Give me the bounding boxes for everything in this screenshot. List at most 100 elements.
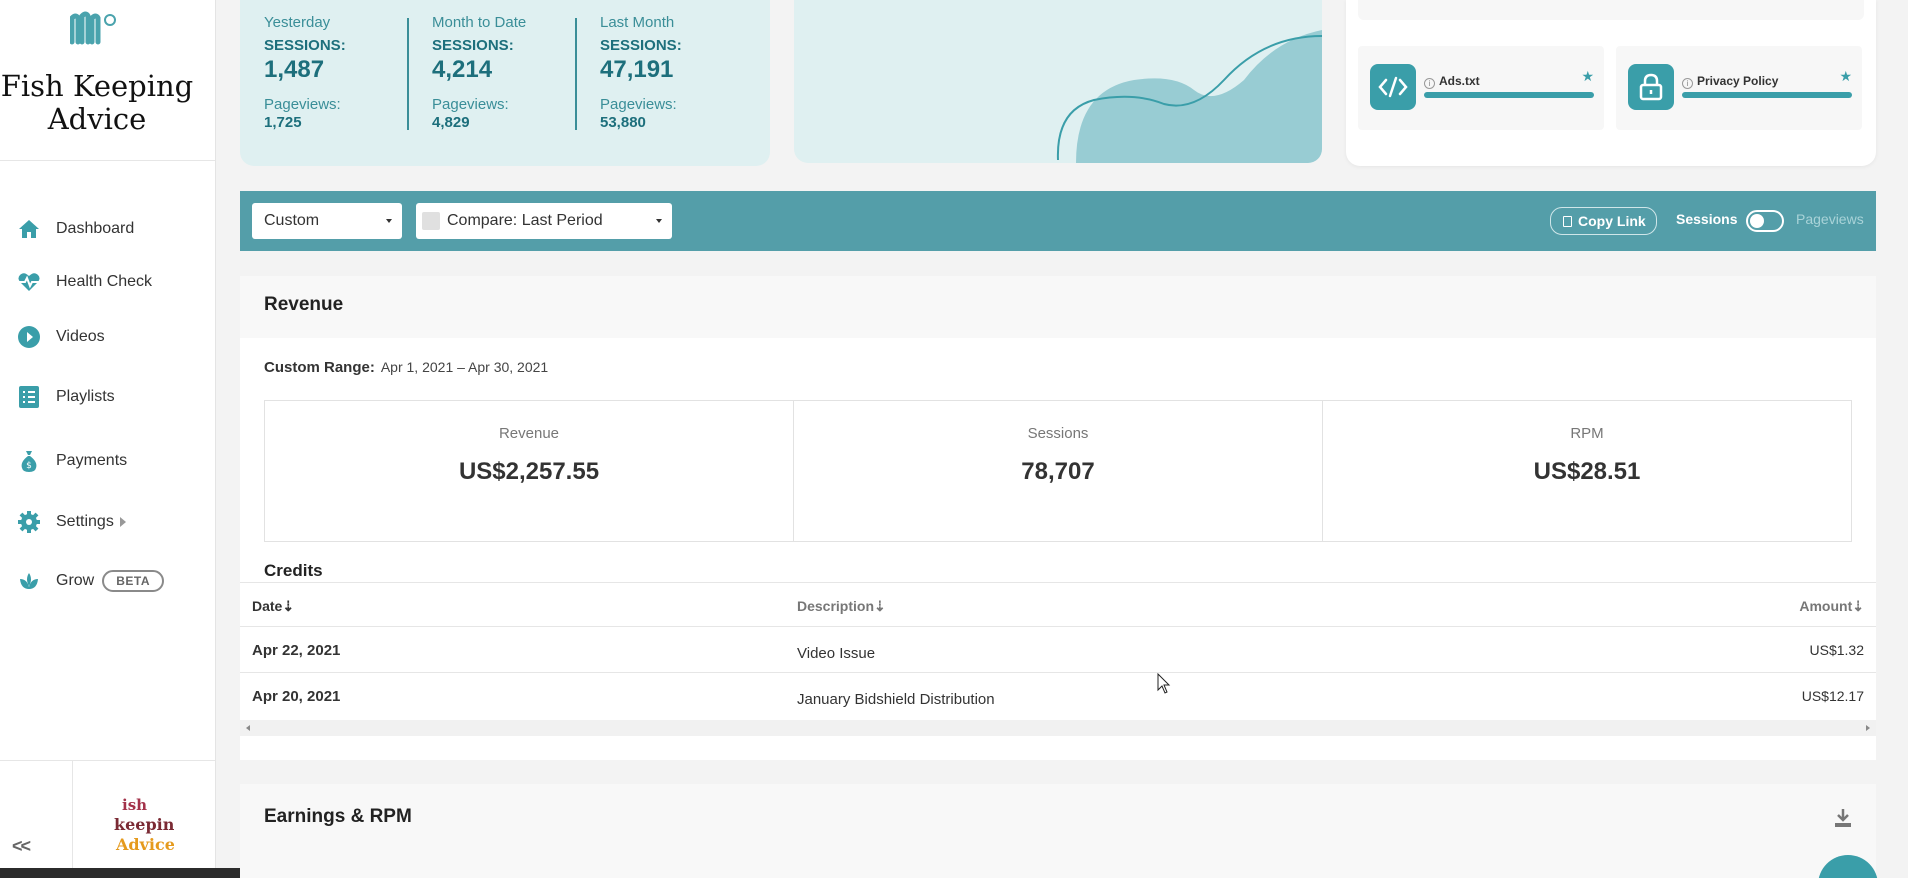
tools-card: i Ads.txt ★ i Privacy Policy ★	[1346, 0, 1876, 166]
scroll-left-icon[interactable]	[246, 725, 250, 731]
revenue-title: Revenue	[264, 294, 344, 315]
caret-right-icon	[119, 517, 126, 527]
revenue-header: Revenue	[240, 276, 1876, 338]
compare-checkbox[interactable]	[422, 212, 440, 230]
download-icon[interactable]	[1834, 808, 1852, 828]
site-logo: ish keeping Advice	[114, 796, 174, 854]
nav-label: Grow	[56, 572, 95, 589]
code-icon	[1370, 64, 1416, 110]
toggle-right-label: Pageviews	[1796, 211, 1864, 227]
cell-date: Apr 20, 2021	[252, 688, 341, 705]
stat-yesterday: Yesterday SESSIONS: 1,487 Pageviews: 1,7…	[264, 14, 414, 131]
stat-period: Yesterday	[264, 14, 331, 31]
horizontal-scrollbar[interactable]	[240, 720, 1876, 736]
scroll-right-icon[interactable]	[1866, 725, 1870, 731]
tool-progress-bar	[1424, 92, 1594, 98]
stat-sessions-value: 47,191	[600, 56, 674, 83]
collapse-sidebar-button[interactable]: <<	[12, 836, 31, 857]
divider	[575, 18, 577, 130]
tool-privacy-policy[interactable]: i Privacy Policy ★	[1616, 46, 1862, 130]
nav-playlists[interactable]: Playlists	[16, 381, 115, 413]
column-header-amount[interactable]: Amount⇣	[1799, 598, 1864, 615]
stat-pageviews-value: 53,880	[600, 114, 646, 131]
select-value: Compare: Last Period	[447, 212, 603, 229]
nav-label: Health Check	[56, 273, 153, 290]
mouse-cursor-icon	[1157, 673, 1171, 694]
nav-label: Videos	[56, 328, 105, 345]
nav-payments[interactable]: $ Payments	[16, 445, 127, 477]
tool-ads-txt[interactable]: i Ads.txt ★	[1358, 46, 1604, 130]
metric-value: US$28.51	[1533, 458, 1641, 485]
metric-sessions: Sessions 78,707	[794, 401, 1323, 541]
column-label: Date	[252, 598, 283, 614]
heartbeat-icon	[16, 269, 42, 295]
stat-sessions-label: SESSIONS:	[432, 37, 514, 54]
info-icon: i	[1682, 78, 1693, 89]
copy-link-button[interactable]: Copy Link	[1550, 207, 1657, 235]
stat-sessions-value: 4,214	[432, 56, 493, 83]
site-title: Fish Keeping Advice	[0, 69, 194, 136]
star-icon[interactable]: ★	[1581, 68, 1594, 85]
nav-grow[interactable]: Grow BETA	[16, 565, 165, 597]
range-label: Custom Range:	[264, 359, 375, 376]
nav-dashboard[interactable]: Dashboard	[16, 213, 134, 245]
metric-value: 78,707	[1021, 458, 1095, 485]
column-label: Description	[797, 598, 875, 614]
table-row: Apr 20, 2021 January Bidshield Distribut…	[240, 672, 1876, 718]
svg-text:Advice: Advice	[115, 835, 174, 854]
stat-pageviews-label: Pageviews:	[432, 96, 509, 113]
select-value: Custom	[264, 212, 320, 229]
divider	[0, 760, 215, 761]
stat-pageviews-label: Pageviews:	[600, 96, 677, 113]
copy-link-label: Copy Link	[1578, 213, 1646, 229]
wave-illustration	[1056, 30, 1322, 163]
nav-label: Payments	[56, 452, 128, 469]
earnings-title: Earnings & RPM	[264, 806, 412, 827]
divider	[72, 760, 73, 878]
column-header-date[interactable]: Date⇣	[252, 598, 294, 615]
nav-label: Playlists	[56, 388, 115, 405]
column-header-description[interactable]: Description⇣	[797, 598, 886, 615]
stat-pageviews-label: Pageviews:	[264, 96, 341, 113]
cell-description: January Bidshield Distribution	[797, 691, 995, 708]
svg-text:$: $	[26, 461, 32, 471]
dropdown-arrow-icon	[386, 219, 392, 223]
date-range-select[interactable]: Custom	[252, 203, 402, 239]
money-bag-icon: $	[16, 448, 42, 474]
compare-select[interactable]: Compare: Last Period	[416, 203, 672, 239]
stat-pageviews-value: 4,829	[432, 114, 470, 131]
cell-amount: US$1.32	[1809, 642, 1864, 658]
cell-description: Video Issue	[797, 645, 876, 662]
credits-table: Date⇣ Description⇣ Amount⇣ Apr 22, 2021 …	[240, 582, 1876, 718]
cell-amount: US$12.17	[1801, 688, 1864, 704]
lock-icon	[1628, 64, 1674, 110]
metric-revenue: Revenue US$2,257.55	[265, 401, 794, 541]
nav-health-check[interactable]: Health Check	[16, 266, 152, 298]
nav-label: Dashboard	[56, 220, 135, 237]
home-icon	[16, 216, 42, 242]
stat-month-to-date: Month to Date SESSIONS: 4,214 Pageviews:…	[432, 14, 582, 131]
nav-videos[interactable]: Videos	[16, 321, 105, 353]
play-icon	[16, 324, 42, 350]
divider	[407, 18, 409, 130]
star-icon[interactable]: ★	[1839, 68, 1852, 85]
wave-illustration-card	[794, 0, 1322, 163]
gear-icon	[16, 509, 42, 535]
tools-topbar	[1358, 0, 1864, 20]
tool-label: Privacy Policy	[1697, 74, 1779, 88]
sidebar: Fish Keeping Advice Dashboard Health Che…	[0, 0, 216, 878]
traffic-stats-card: Yesterday SESSIONS: 1,487 Pageviews: 1,7…	[240, 0, 770, 166]
stat-period: Last Month	[600, 14, 675, 31]
dropdown-arrow-icon	[656, 219, 662, 223]
filter-bar: Custom Compare: Last Period Copy Link Se…	[240, 191, 1876, 251]
nav-label: Settings	[56, 513, 114, 530]
earnings-panel: Earnings & RPM	[240, 784, 1876, 878]
grow-icon	[16, 568, 42, 594]
nav-settings[interactable]: Settings	[16, 506, 126, 538]
tool-label: Ads.txt	[1439, 74, 1480, 88]
sessions-pageviews-toggle[interactable]	[1746, 210, 1784, 232]
stat-sessions-label: SESSIONS:	[264, 37, 346, 54]
cell-date: Apr 22, 2021	[252, 642, 341, 659]
toggle-left-label: Sessions	[1676, 211, 1738, 227]
credits-title: Credits	[264, 561, 323, 580]
